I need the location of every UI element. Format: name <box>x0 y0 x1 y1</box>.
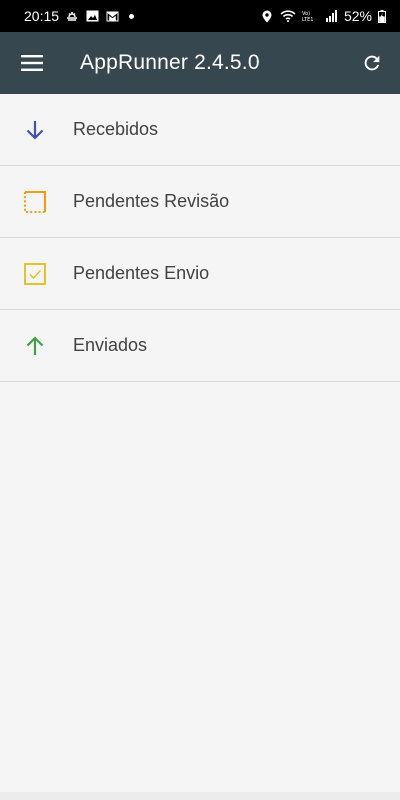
list-item-label: Recebidos <box>73 119 159 139</box>
refresh-icon[interactable] <box>358 49 386 77</box>
list-item-pendentes-envio[interactable]: Pendentes Envio <box>0 238 400 310</box>
status-bar-right: Vo) LTE1 52% <box>260 8 386 24</box>
app-title: AppRunner 2.4.5.0 <box>80 51 260 74</box>
status-time: 20:15 <box>24 8 60 24</box>
folder-list: Recebidos Pendentes Revisão Pendentes En… <box>0 94 400 382</box>
status-bar: 20:15 Vo) LTE1 52% <box>0 0 400 32</box>
weather-icon <box>65 9 79 23</box>
list-item-enviados[interactable]: Enviados <box>0 310 400 382</box>
battery-charging-icon <box>378 9 386 23</box>
hamburger-menu-icon[interactable] <box>18 49 46 77</box>
volte-icon: Vo) LTE1 <box>302 9 318 23</box>
list-item-label: Enviados <box>73 335 148 355</box>
checkbox-icon <box>23 262 47 286</box>
svg-text:LTE1: LTE1 <box>302 17 314 22</box>
list-item-label: Pendentes Revisão <box>73 191 230 211</box>
bottom-edge <box>0 792 400 800</box>
gmail-icon <box>105 9 119 23</box>
dotted-square-icon <box>23 190 47 214</box>
notification-dot-icon <box>129 13 135 19</box>
list-item-pendentes-revisao[interactable]: Pendentes Revisão <box>0 166 400 238</box>
image-icon <box>85 9 99 23</box>
location-icon <box>260 9 274 23</box>
list-item-label: Pendentes Envio <box>73 263 210 283</box>
wifi-icon <box>280 9 296 23</box>
arrow-down-icon <box>23 118 47 142</box>
battery-percent: 52% <box>343 8 372 24</box>
arrow-up-icon <box>23 334 47 358</box>
signal-icon <box>324 9 338 23</box>
status-bar-left: 20:15 <box>24 8 135 24</box>
list-item-recebidos[interactable]: Recebidos <box>0 94 400 166</box>
app-bar: AppRunner 2.4.5.0 <box>0 32 400 94</box>
